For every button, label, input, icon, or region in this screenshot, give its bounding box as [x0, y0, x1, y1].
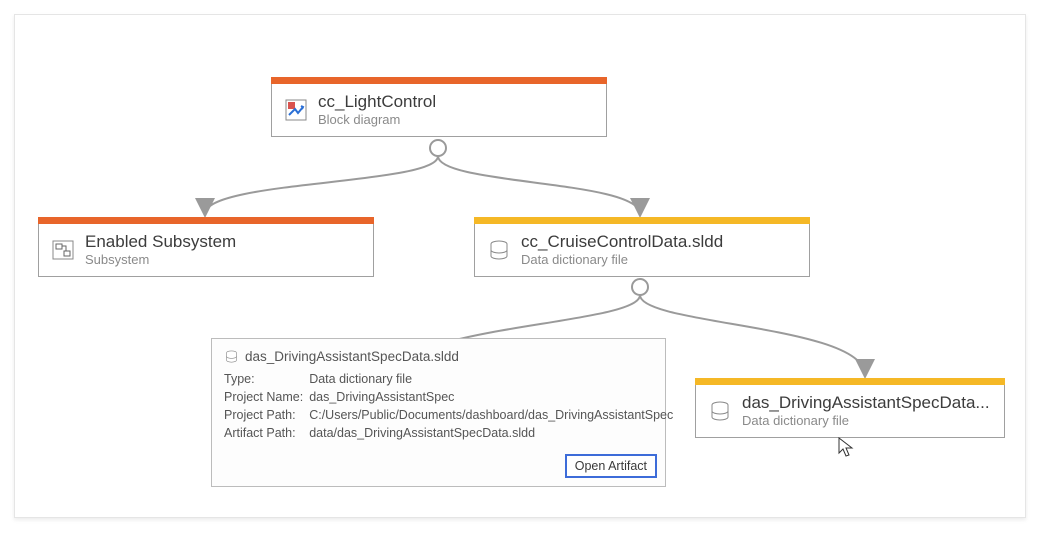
- tooltip-row-value: Data dictionary file: [309, 370, 679, 388]
- tooltip-title: das_DrivingAssistantSpecData.sldd: [245, 349, 459, 364]
- diagram-canvas[interactable]: cc_LightControl Block diagram Enabled Su…: [14, 14, 1026, 518]
- node-title: cc_LightControl: [318, 92, 594, 112]
- node-driving-assistant-spec-data[interactable]: das_DrivingAssistantSpecData... Data dic…: [695, 384, 1005, 438]
- node-accent: [474, 217, 810, 224]
- node-subtitle: Block diagram: [318, 112, 594, 128]
- tooltip-row-value: das_DrivingAssistantSpec: [309, 388, 679, 406]
- cursor-icon: [838, 437, 854, 459]
- database-icon: [224, 349, 239, 364]
- tooltip-row-label: Type:: [224, 370, 309, 388]
- node-subtitle: Data dictionary file: [742, 413, 992, 429]
- subsystem-icon: [51, 238, 75, 262]
- node-accent: [271, 77, 607, 84]
- node-title: cc_CruiseControlData.sldd: [521, 232, 797, 252]
- node-enabled-subsystem[interactable]: Enabled Subsystem Subsystem: [38, 223, 374, 277]
- node-subtitle: Subsystem: [85, 252, 361, 268]
- tooltip-row-label: Project Path:: [224, 406, 309, 424]
- tooltip-details: Type:Data dictionary file Project Name:d…: [224, 370, 679, 442]
- open-artifact-button[interactable]: Open Artifact: [565, 454, 657, 478]
- node-accent: [38, 217, 374, 224]
- tooltip-row-value: data/das_DrivingAssistantSpecData.sldd: [309, 424, 679, 442]
- node-root[interactable]: cc_LightControl Block diagram: [271, 83, 607, 137]
- database-icon: [708, 399, 732, 423]
- database-icon: [487, 238, 511, 262]
- tooltip-row-label: Project Name:: [224, 388, 309, 406]
- tooltip-row-value: C:/Users/Public/Documents/dashboard/das_…: [309, 406, 679, 424]
- node-title: Enabled Subsystem: [85, 232, 361, 252]
- node-subtitle: Data dictionary file: [521, 252, 797, 268]
- node-cruise-control-data[interactable]: cc_CruiseControlData.sldd Data dictionar…: [474, 223, 810, 277]
- tooltip-row-label: Artifact Path:: [224, 424, 309, 442]
- block-diagram-icon: [284, 98, 308, 122]
- artifact-tooltip: das_DrivingAssistantSpecData.sldd Type:D…: [211, 338, 666, 487]
- node-accent: [695, 378, 1005, 385]
- node-title: das_DrivingAssistantSpecData...: [742, 393, 992, 413]
